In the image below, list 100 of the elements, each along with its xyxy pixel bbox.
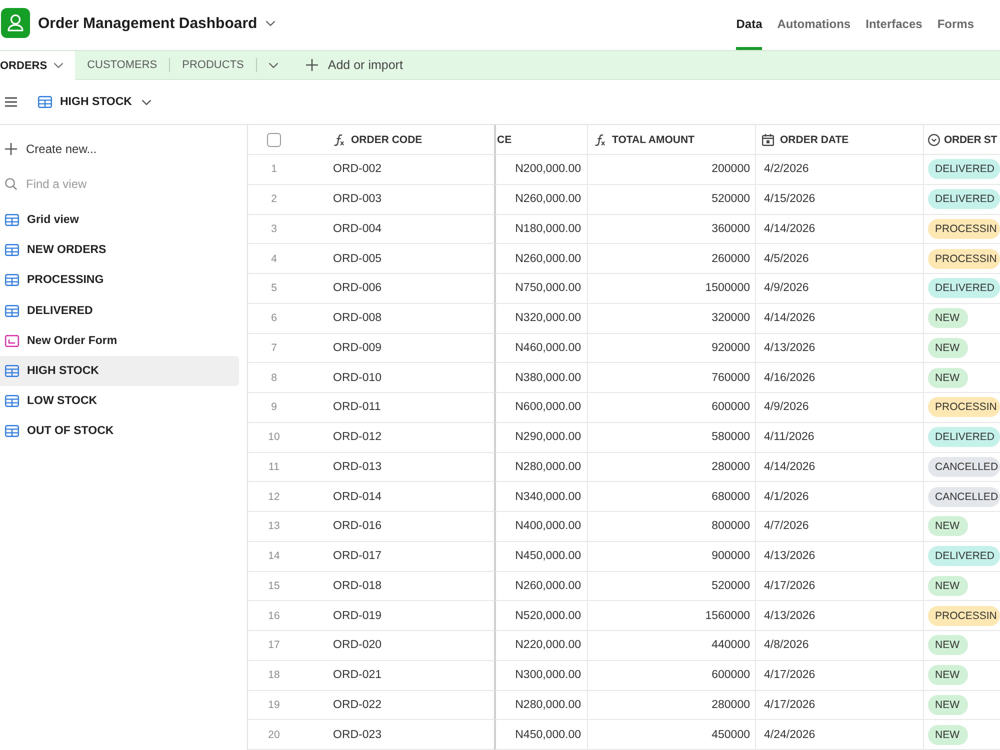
table-cell: 4/8/2026 [755,631,923,661]
table-cell: ORD-016 [322,512,494,542]
row-number: 17 [248,631,322,661]
table-cell: 4/24/2026 [755,720,923,750]
table-cell: N750,000.00 [494,274,587,304]
table-cell: N460,000.00 [494,334,587,364]
column-header[interactable]: CE [494,125,587,155]
table-cell: 760000 [587,363,755,393]
table-cell: 900000 [587,542,755,572]
formula-icon [333,134,345,146]
row-number: 10 [248,422,322,452]
menu-icon[interactable] [5,97,17,107]
table-icon [5,304,19,317]
status-tag: DELIVERED [928,159,1000,180]
table-cell: N340,000.00 [494,482,587,512]
table-cell: ORD-020 [322,631,494,661]
row-number: 1 [248,155,322,185]
table-cell: 4/17/2026 [755,572,923,602]
column-header[interactable]: ORDER DATE [755,125,923,155]
row-number: 13 [248,512,322,542]
table-cell: N260,000.00 [494,184,587,214]
create-view-button[interactable]: Create new... [0,134,239,164]
sidebar-item[interactable]: HIGH STOCK [0,356,239,386]
chevron-circle-icon [928,134,940,146]
column-header[interactable]: TOTAL AMOUNT [587,125,755,155]
table-cell: N450,000.00 [494,720,587,750]
table-cell: ORD-023 [322,720,494,750]
search-icon [5,178,17,190]
table-cell: 4/14/2026 [755,304,923,334]
table-cell: ORD-019 [322,601,494,631]
table-cell: N400,000.00 [494,512,587,542]
table-cell: N450,000.00 [494,542,587,572]
status-tag: CANCELLED [928,456,1000,477]
table-cell: 4/1/2026 [755,482,923,512]
column-header[interactable]: ORDER ST [923,125,1000,155]
person-logo-icon[interactable] [1,8,30,38]
sidebar-item[interactable]: OUT OF STOCK [0,416,239,446]
nav-tab[interactable]: Automations [777,0,851,50]
table-icon [38,96,52,108]
table-icon [5,425,19,438]
sidebar-item[interactable]: PROCESSING [0,265,239,296]
status-tag: NEW [928,338,968,358]
nav-tab[interactable]: Forms [937,0,974,50]
status-tag: NEW [928,635,968,656]
row-number: 14 [248,542,322,572]
table-cell: 4/14/2026 [755,214,923,244]
table-cell: N380,000.00 [494,363,587,393]
status-tag: DELIVERED [928,278,1000,298]
status-tag: NEW [928,665,968,686]
status-tag: NEW [928,308,968,328]
table-cell: ORD-010 [322,363,494,393]
table-cell: 280000 [587,452,755,482]
table-cell: 600000 [587,393,755,423]
table-cell: 360000 [587,214,755,244]
row-number: 18 [248,660,322,690]
table-cell: 4/13/2026 [755,542,923,572]
table-cell: N280,000.00 [494,452,587,482]
table-cell: 4/15/2026 [755,184,923,214]
formula-icon [594,134,606,146]
table-icon [5,274,19,286]
table-cell: 4/2/2026 [755,155,923,185]
select-all-checkbox[interactable] [267,132,281,146]
table-cell: 920000 [587,334,755,364]
table-tab[interactable]: PRODUCTS [170,51,256,79]
view-switcher-button[interactable]: HIGH STOCK [38,88,151,116]
sidebar-item[interactable]: New Order Form [0,326,239,356]
row-number: 4 [248,244,322,274]
status-tag: PROCESSIN [928,397,1000,418]
sidebar-item[interactable]: LOW STOCK [0,386,239,416]
find-view-field[interactable]: Find a view [26,174,226,194]
table-cell: 1500000 [587,274,755,304]
chevron-down-icon [266,20,276,26]
base-title-button[interactable]: Order Management Dashboard [38,0,276,46]
column-header[interactable]: ORDER CODE [322,125,494,155]
table-cell: ORD-003 [322,184,494,214]
add-import-button[interactable]: Add or import [306,51,403,79]
table-cell: 4/17/2026 [755,660,923,690]
table-cell: 520000 [587,572,755,602]
status-tag: CANCELLED [928,486,1000,507]
table-cell: ORD-006 [322,274,494,304]
table-cell: 580000 [587,422,755,452]
status-tag: DELIVERED [928,546,1000,566]
table-cell: N260,000.00 [494,244,587,274]
row-number: 8 [248,363,322,393]
row-number: 12 [248,482,322,512]
table-cell: N600,000.00 [494,393,587,423]
table-cell: 800000 [587,512,755,542]
table-tab[interactable]: CUSTOMERS [75,51,170,79]
sidebar-item[interactable]: NEW ORDERS [0,235,239,266]
table-cell: ORD-004 [322,214,494,244]
sidebar-item[interactable]: Grid view [0,205,239,236]
status-tag: NEW [928,368,968,388]
chevron-down-icon [268,62,278,68]
status-tag: PROCESSIN [928,606,1000,626]
nav-tab[interactable]: Interfaces [866,0,922,50]
table-tab[interactable]: ORDERS [0,51,76,80]
table-cell: N520,000.00 [494,601,587,631]
row-number: 6 [248,304,322,334]
table-cell: N260,000.00 [494,572,587,602]
sidebar-item[interactable]: DELIVERED [0,296,239,326]
